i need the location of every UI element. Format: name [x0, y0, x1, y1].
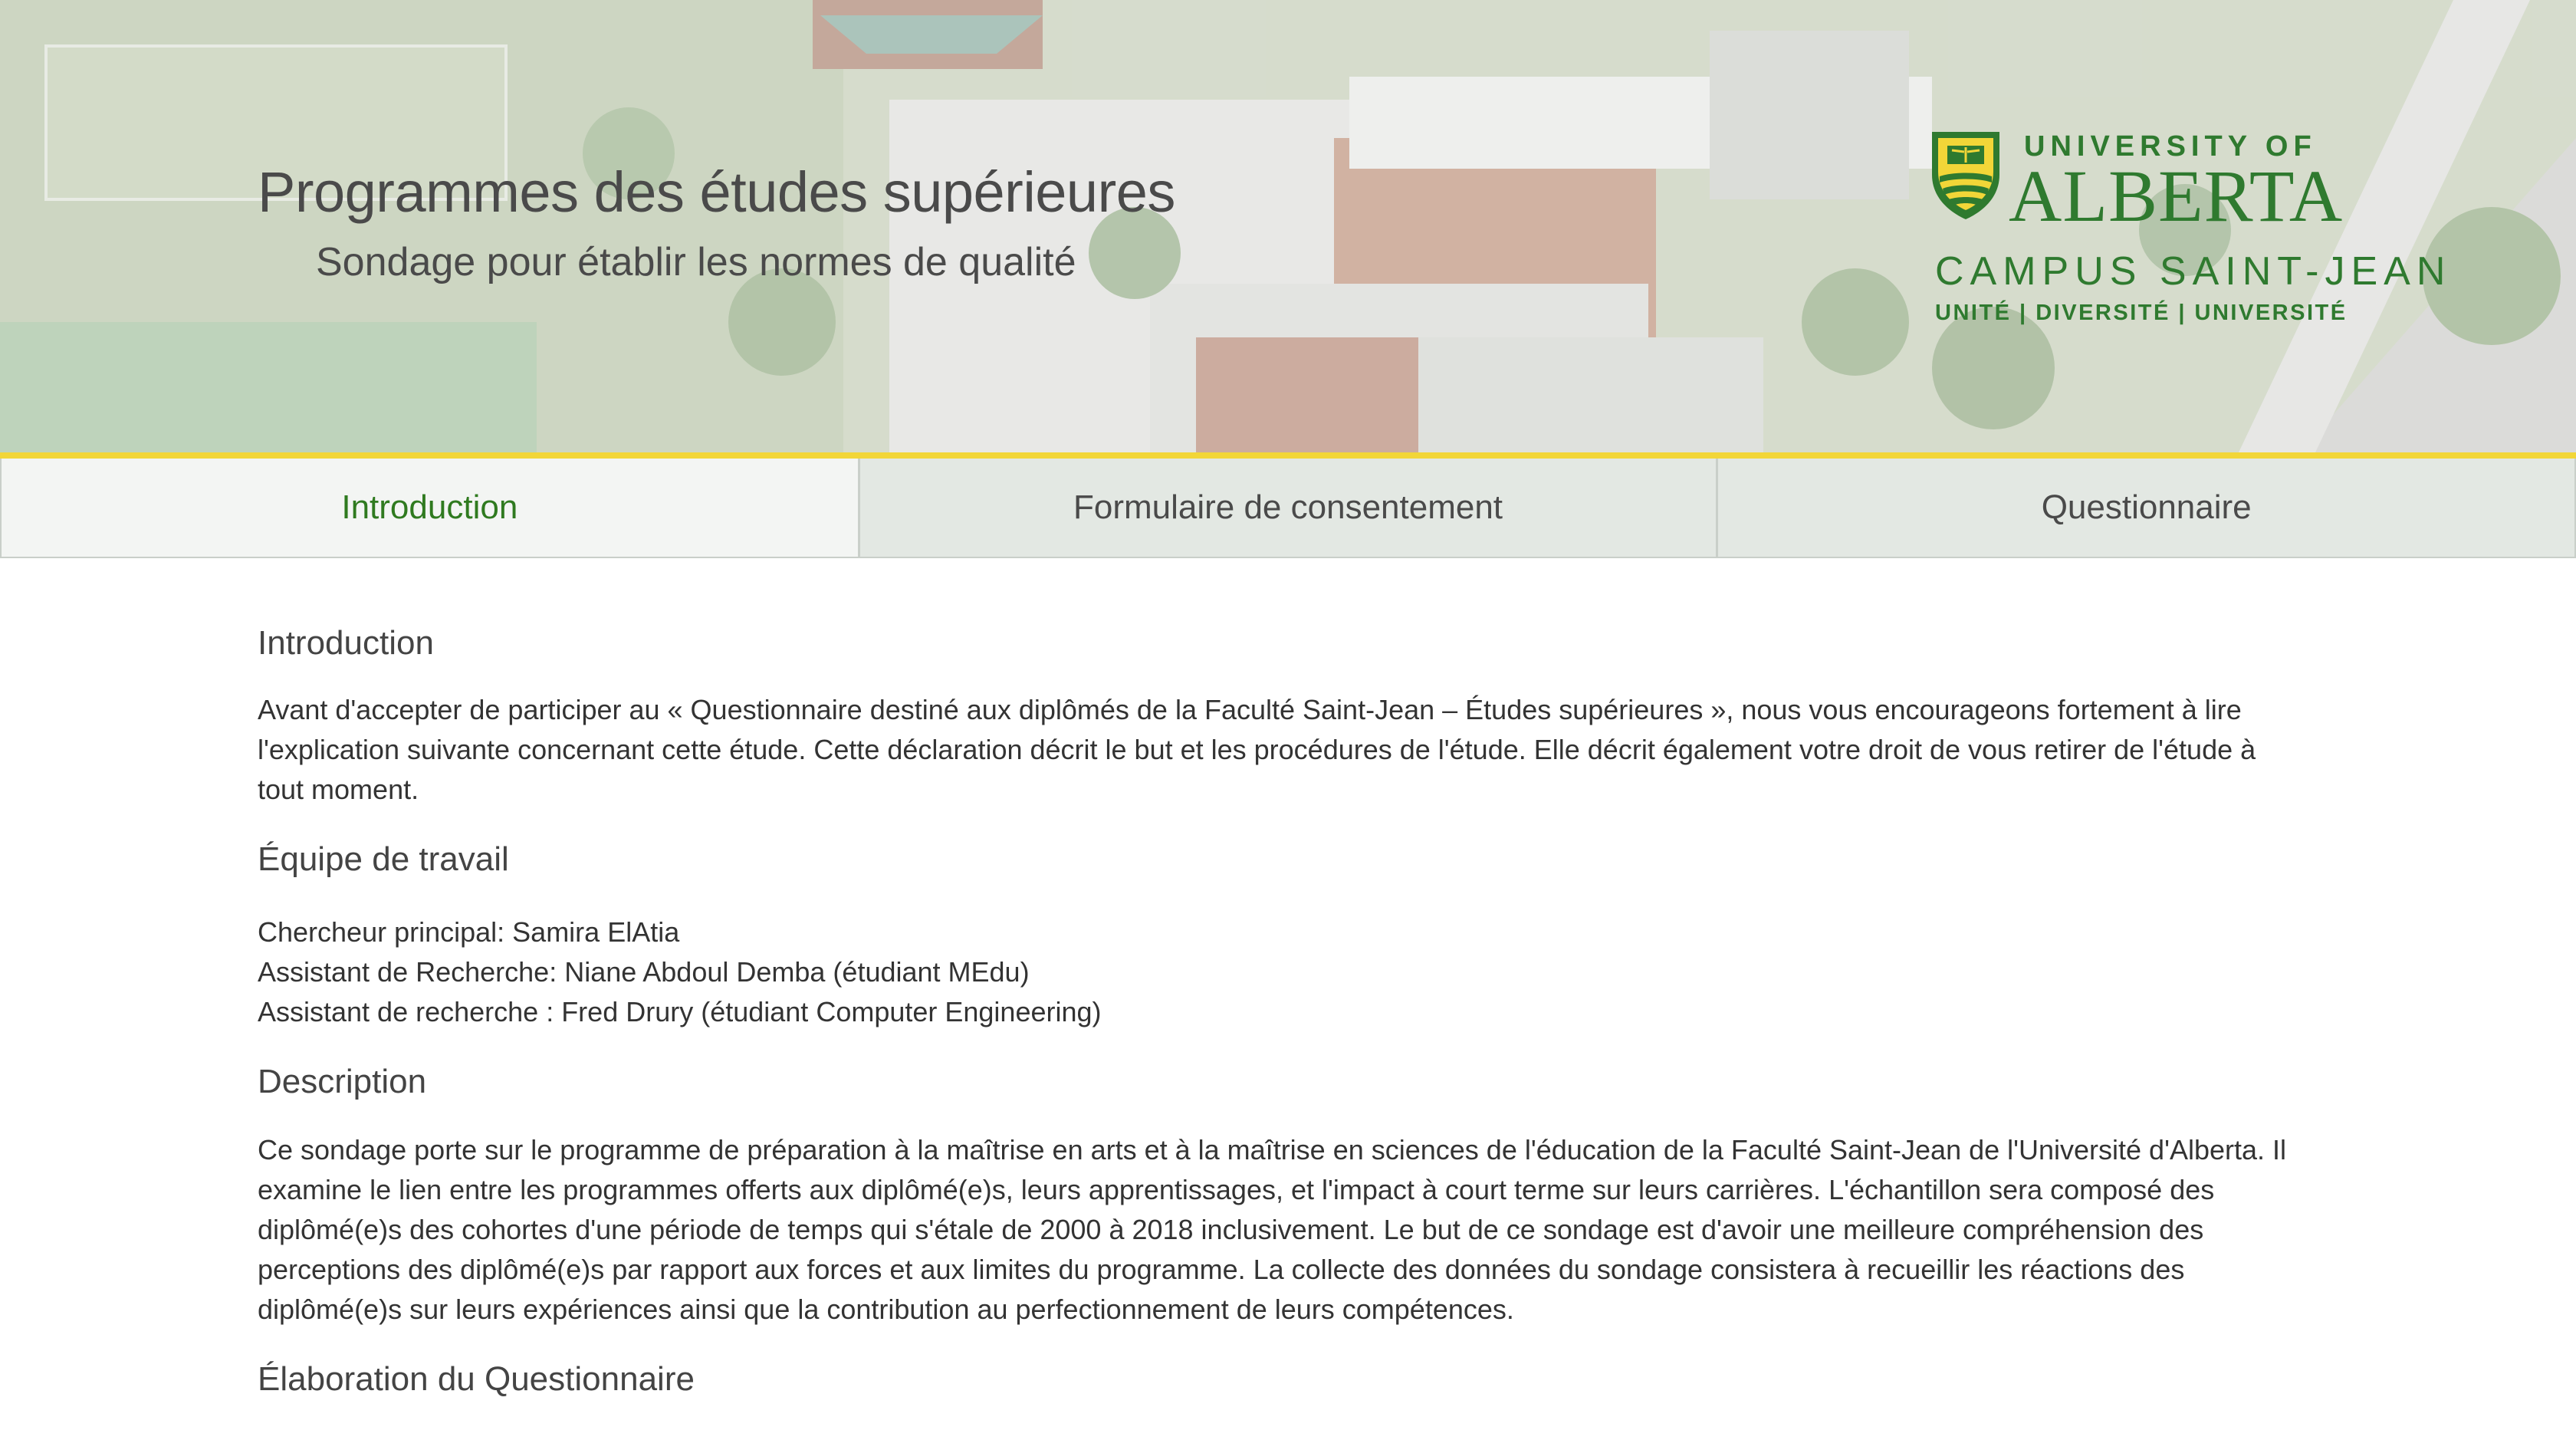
header-divider [0, 452, 2576, 459]
page-title: Programmes des études supérieures [258, 160, 1175, 224]
university-logo[interactable]: UNIVERSITY OF ALBERTA CAMPUS SAINT-JEAN … [1929, 127, 2445, 334]
tab-bar: Introduction Formulaire de consentement … [0, 459, 2576, 558]
tab-consent-form[interactable]: Formulaire de consentement [859, 459, 1718, 558]
page-subtitle: Sondage pour établir les normes de quali… [316, 240, 1076, 284]
main-content: Introduction Avant d'accepter de partici… [258, 558, 2297, 1399]
logo-alberta: ALBERTA [2009, 155, 2344, 237]
section-title-team: Équipe de travail [258, 840, 509, 878]
section-title-elaboration: Élaboration du Questionnaire [258, 1360, 695, 1398]
section-title-introduction: Introduction [258, 624, 434, 662]
team-member: Assistant de recherche : Fred Drury (étu… [258, 996, 1102, 1027]
page-header: Programmes des études supérieures Sondag… [0, 0, 2576, 452]
logo-campus-saint-jean: CAMPUS SAINT-JEAN [1935, 249, 2452, 294]
team-member: Assistant de Recherche: Niane Abdoul Dem… [258, 956, 1030, 988]
team-member: Chercheur principal: Samira ElAtia [258, 916, 680, 948]
team-list: Chercheur principal: Samira ElAtia Assis… [258, 912, 2297, 1032]
introduction-text: Avant d'accepter de participer au « Ques… [258, 694, 2256, 805]
tab-questionnaire[interactable]: Questionnaire [1717, 459, 2576, 558]
section-title-description: Description [258, 1063, 427, 1100]
shield-crest-icon [1932, 132, 1999, 219]
description-text: Ce sondage porte sur le programme de pré… [258, 1134, 2287, 1325]
logo-motto: UNITÉ | DIVERSITÉ | UNIVERSITÉ [1935, 301, 2348, 325]
tab-introduction[interactable]: Introduction [0, 459, 859, 558]
